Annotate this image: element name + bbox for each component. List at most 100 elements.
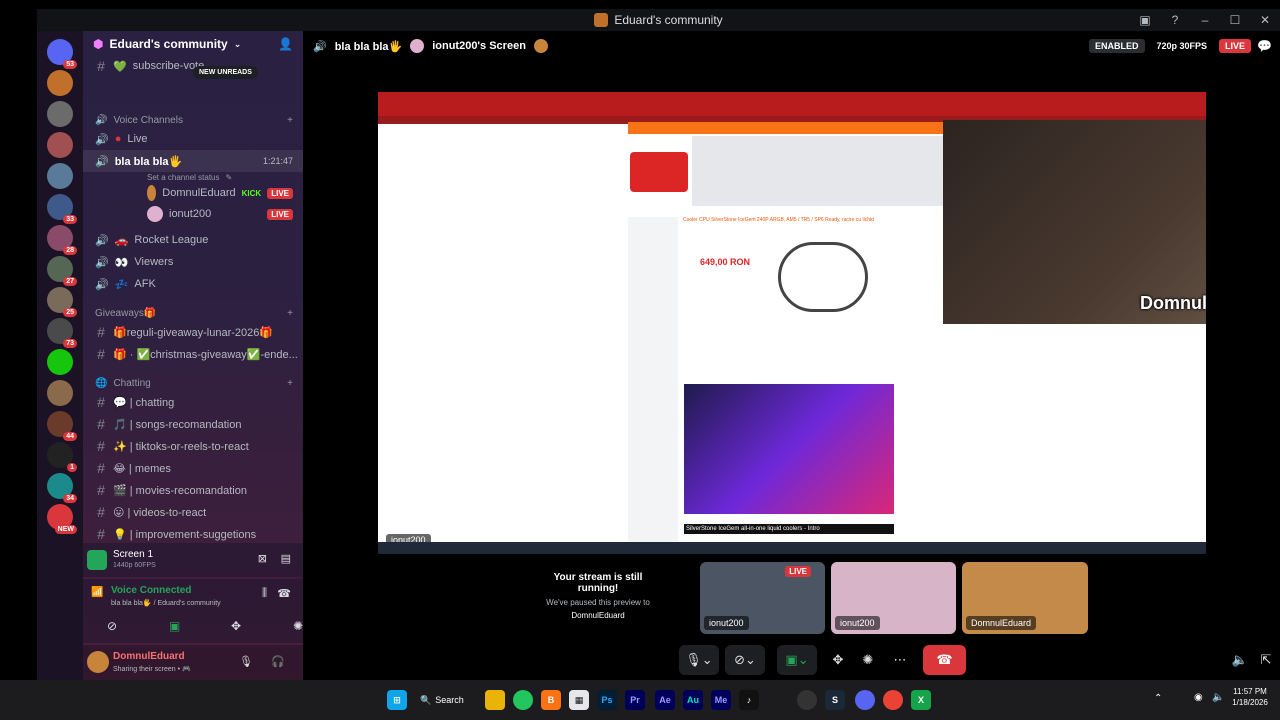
- voice-channel-viewers[interactable]: 🔊 👀 Viewers: [83, 251, 303, 273]
- avatar[interactable]: [87, 651, 109, 673]
- server-icon[interactable]: 73: [47, 318, 77, 348]
- text-channel[interactable]: # 💬 | chatting: [83, 391, 303, 413]
- search-box[interactable]: 🔍 Search: [420, 688, 470, 712]
- voice-channel-afk[interactable]: 🔊 💤 AFK: [83, 273, 303, 295]
- stream-view[interactable]: Cooler CPU SilverStone IceGem 240P ARGB,…: [378, 92, 1206, 554]
- app-icon[interactable]: [797, 690, 817, 710]
- more-button[interactable]: ⋯: [885, 645, 915, 675]
- share-screen-button[interactable]: ▣⌄: [777, 645, 817, 675]
- clock[interactable]: 11:57 PM 1/18/2026: [1226, 686, 1274, 708]
- after-effects-icon[interactable]: Ae: [655, 690, 675, 710]
- close-icon[interactable]: ✕: [1250, 13, 1280, 27]
- server-icon[interactable]: 53: [47, 39, 77, 69]
- quality-badge[interactable]: 720p 30FPS: [1151, 39, 1214, 53]
- minimize-icon[interactable]: –: [1190, 13, 1220, 27]
- wifi-icon[interactable]: ◉: [1194, 692, 1203, 703]
- photoshop-icon[interactable]: Ps: [597, 690, 617, 710]
- volume-icon[interactable]: 🔈: [1212, 692, 1224, 703]
- participant-tile[interactable]: LIVE ionut200: [700, 562, 825, 634]
- server-icon[interactable]: [47, 132, 73, 158]
- disconnect-icon[interactable]: ☎: [277, 587, 291, 600]
- file-explorer-icon[interactable]: [485, 690, 505, 710]
- server-badge: 44: [63, 432, 77, 441]
- volume-button[interactable]: 🔈: [1228, 645, 1252, 675]
- server-icon[interactable]: [47, 101, 73, 127]
- camera-off-icon[interactable]: ⊘: [107, 619, 117, 633]
- soundboard-button[interactable]: ✺: [853, 645, 883, 675]
- premiere-icon[interactable]: Pr: [625, 690, 645, 710]
- server-icon[interactable]: [47, 349, 73, 375]
- voice-location[interactable]: bla bla bla🖐 / Eduard's community: [111, 599, 221, 607]
- text-channel[interactable]: # 🎵 | songs-recomandation: [83, 413, 303, 435]
- text-channel[interactable]: # 😂 | memes: [83, 457, 303, 479]
- stream-notice: Your stream is still running! We've paus…: [533, 572, 663, 620]
- excel-icon[interactable]: X: [911, 690, 931, 710]
- text-channel[interactable]: # 🎁reguli-giveaway-lunar-2026🎁: [83, 321, 303, 343]
- popout-icon[interactable]: ▤: [281, 552, 291, 565]
- screen-title: Screen 1: [113, 549, 154, 560]
- channel-label: 🎁reguli-giveaway-lunar-2026🎁: [113, 326, 274, 339]
- voice-member[interactable]: DomnulEduard KICK LIVE: [83, 182, 303, 204]
- server-icon[interactable]: 27: [47, 256, 77, 286]
- start-icon[interactable]: ⊞: [387, 690, 407, 710]
- voice-channel-live[interactable]: 🔊 ● Live: [83, 128, 303, 150]
- activities-icon[interactable]: ✥: [231, 619, 241, 633]
- disconnect-button[interactable]: ☎: [923, 645, 966, 675]
- microphone-button[interactable]: 🎙⌄: [679, 645, 719, 675]
- help-icon[interactable]: ?: [1160, 13, 1190, 27]
- popout-button[interactable]: ⇱: [1254, 645, 1278, 675]
- steam-icon[interactable]: S: [825, 690, 845, 710]
- user-panel: DomnulEduard Sharing their screen • 🎮 🎙 …: [83, 645, 320, 680]
- enabled-badge[interactable]: ENABLED: [1088, 39, 1145, 53]
- server-icon[interactable]: [47, 380, 73, 406]
- add-channel-icon[interactable]: +: [287, 378, 293, 389]
- text-channel[interactable]: # 😛 | videos-to-react: [83, 501, 303, 523]
- text-channel[interactable]: # 💡 | improvement-suggetions: [83, 523, 303, 545]
- channel-label: Rocket League: [134, 234, 209, 246]
- app-icon[interactable]: ▦: [569, 690, 589, 710]
- participant-tile[interactable]: ionut200: [831, 562, 956, 634]
- voice-member[interactable]: ionut200 LIVE: [83, 203, 303, 225]
- headphones-icon[interactable]: 🎧: [271, 655, 285, 668]
- maximize-icon[interactable]: ☐: [1220, 13, 1250, 27]
- add-channel-icon[interactable]: +: [287, 115, 293, 126]
- discord-icon[interactable]: [855, 690, 875, 710]
- tray-chevron-icon[interactable]: ⌃: [1154, 693, 1162, 704]
- product-image: [778, 242, 868, 312]
- server-icon[interactable]: 28: [47, 225, 77, 255]
- activities-button[interactable]: ✥: [823, 645, 853, 675]
- audition-icon[interactable]: Au: [683, 690, 703, 710]
- soundboard-icon[interactable]: ✺: [293, 619, 303, 633]
- server-icon[interactable]: 33: [47, 194, 77, 224]
- invite-icon[interactable]: 👤: [278, 37, 293, 51]
- voice-channel-rocket[interactable]: 🔊 🚗 Rocket League: [83, 229, 303, 251]
- server-icon[interactable]: NEW: [47, 504, 77, 534]
- chrome-icon[interactable]: [883, 690, 903, 710]
- participant-tile[interactable]: DomnulEduard: [962, 562, 1088, 634]
- server-icon[interactable]: 1: [47, 442, 77, 472]
- screen-preview-thumb[interactable]: [87, 550, 107, 570]
- text-channel[interactable]: # ✨ | tiktoks-or-reels-to-react: [83, 435, 303, 457]
- noise-suppression-icon[interactable]: ⫼: [262, 587, 267, 600]
- server-icon[interactable]: 34: [47, 473, 77, 503]
- text-channel[interactable]: # 🎬 | movies-recomandation: [83, 479, 303, 501]
- brave-icon[interactable]: B: [541, 690, 561, 710]
- inbox-icon[interactable]: ▣: [1130, 13, 1160, 27]
- guild-header[interactable]: ⬢ Eduard's community ⌄ 👤: [83, 31, 303, 57]
- server-icon[interactable]: 44: [47, 411, 77, 441]
- stop-share-icon[interactable]: ⊠: [258, 552, 267, 565]
- chat-icon[interactable]: 💬: [1257, 39, 1272, 53]
- app-icon[interactable]: [513, 690, 533, 710]
- camera-button[interactable]: ⊘⌄: [725, 645, 765, 675]
- add-channel-icon[interactable]: +: [287, 308, 293, 319]
- channel-label: 💡 | improvement-suggetions: [113, 528, 257, 541]
- server-icon[interactable]: [47, 163, 73, 189]
- new-unreads-pill[interactable]: NEW UNREADS: [193, 66, 258, 79]
- server-icon[interactable]: 25: [47, 287, 77, 317]
- text-channel[interactable]: # 🎁 · ✅christmas-giveaway✅-ende...: [83, 343, 303, 365]
- share-screen-icon[interactable]: ▣: [169, 619, 180, 633]
- server-icon[interactable]: [47, 70, 73, 96]
- tiktok-icon[interactable]: ♪: [739, 690, 759, 710]
- microphone-icon[interactable]: 🎙: [239, 655, 253, 668]
- media-encoder-icon[interactable]: Me: [711, 690, 731, 710]
